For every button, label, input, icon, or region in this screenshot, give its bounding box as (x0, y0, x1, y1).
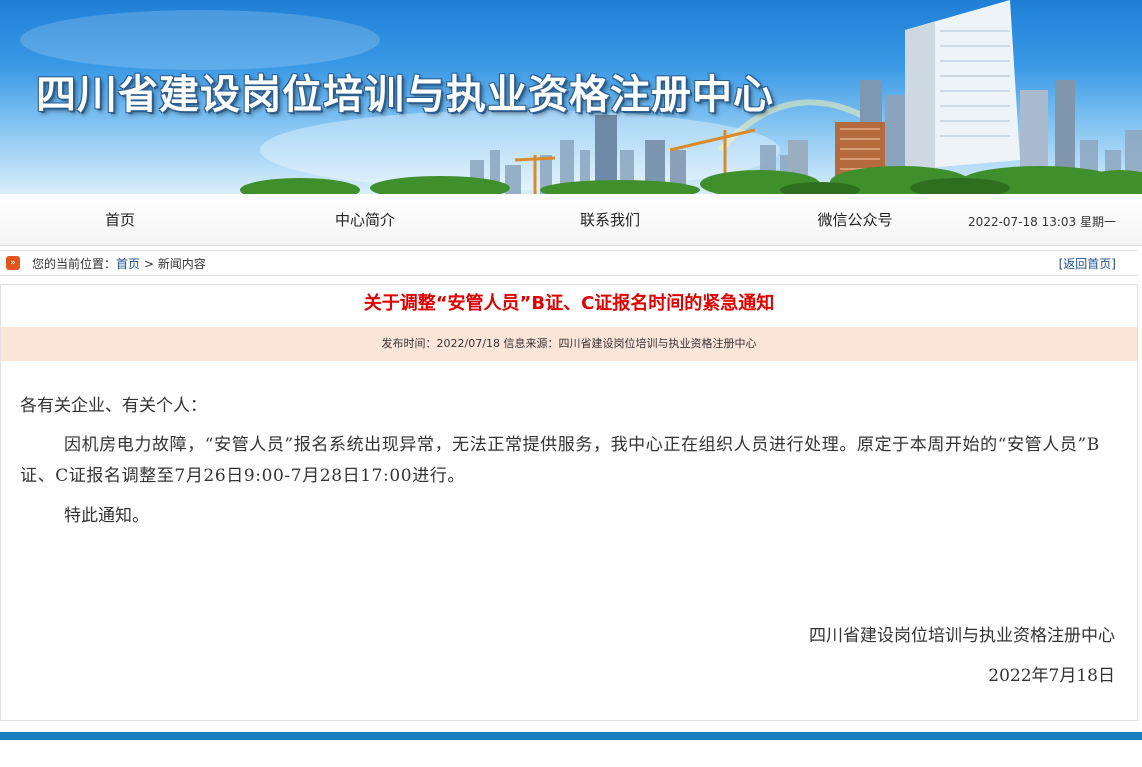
main-nav: 首页 中心简介 联系我们 微信公众号 2022-07-18 13:03 星期一 (0, 194, 1142, 246)
current-datetime: 2022-07-18 13:03 星期一 (968, 215, 1116, 229)
breadcrumb-current: 新闻内容 (157, 257, 206, 271)
signature-date: 2022年7月18日 (988, 666, 1115, 686)
article-paragraph: 因机房电力故障，“安管人员”报名系统出现异常，无法正常提供服务，我中心正在组织人… (20, 435, 1100, 486)
breadcrumb-trail: 您的当前位置：首页 > 新闻内容 (32, 251, 206, 277)
breadcrumb-label: 您的当前位置： (32, 257, 117, 271)
nav-home[interactable]: 首页 (70, 194, 170, 246)
article-signature: 四川省建设岗位培训与执业资格注册中心 2022年7月18日 (809, 621, 1115, 701)
location-arrow-icon: » (6, 256, 20, 270)
nav-wechat[interactable]: 微信公众号 (795, 194, 915, 246)
nav-about[interactable]: 中心简介 (310, 194, 420, 246)
article-panel: 关于调整“安管人员”B证、C证报名时间的紧急通知 发布时间：2022/07/18… (0, 284, 1138, 721)
article-meta: 发布时间：2022/07/18 信息来源：四川省建设岗位培训与执业资格注册中心 (1, 327, 1137, 361)
breadcrumb: » 您的当前位置：首页 > 新闻内容 [返回首页] (0, 250, 1138, 276)
signature-org: 四川省建设岗位培训与执业资格注册中心 (809, 626, 1115, 646)
article-body: 各有关企业、有关个人： 因机房电力故障，“安管人员”报名系统出现异常，无法正常提… (20, 391, 1115, 532)
breadcrumb-home-link[interactable]: 首页 (116, 257, 140, 271)
site-title: 四川省建设岗位培训与执业资格注册中心 (36, 72, 774, 118)
article-closing: 特此通知。 (64, 506, 149, 526)
footer-bar (0, 732, 1142, 740)
article-greeting: 各有关企业、有关个人： (20, 396, 207, 416)
back-home-link[interactable]: [返回首页] (1059, 251, 1116, 277)
site-banner: 四川省建设岗位培训与执业资格注册中心 (0, 0, 1142, 194)
nav-contact[interactable]: 联系我们 (555, 194, 665, 246)
article-title: 关于调整“安管人员”B证、C证报名时间的紧急通知 (363, 293, 775, 314)
breadcrumb-separator: > (140, 257, 158, 271)
